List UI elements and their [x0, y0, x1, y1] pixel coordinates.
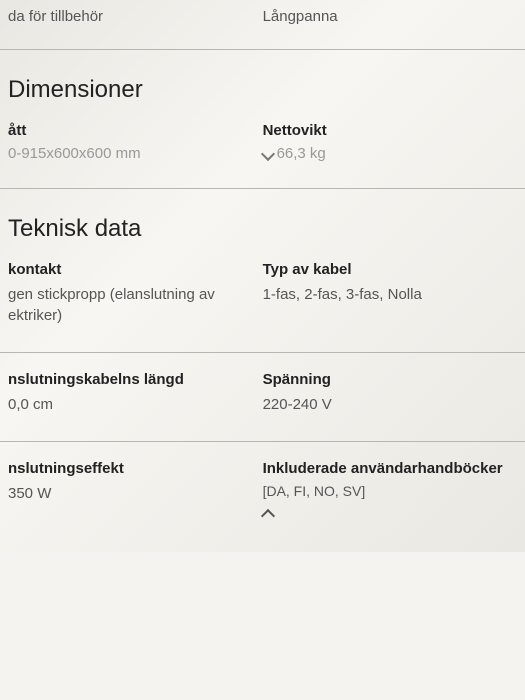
power-label: nslutningseffekt — [8, 460, 263, 477]
chevron-up-icon — [260, 509, 274, 523]
accessories-section-partial: da för tillbehör Långpanna — [0, 0, 525, 50]
technical-section-row2: nslutningskabelns längd 0,0 cm Spänning … — [0, 353, 525, 442]
voltage-value: 220-240 V — [263, 394, 505, 415]
accessories-label: da för tillbehör — [8, 6, 263, 27]
technical-section-row3: nslutningseffekt 350 W Inkluderade använ… — [0, 442, 525, 552]
power-value: 350 W — [8, 483, 263, 504]
dimensions-weight-value: 66,3 kg — [263, 145, 505, 162]
cable-length-label: nslutningskabelns längd — [8, 371, 263, 388]
dimensions-measure-value: 0-915x600x600 mm — [8, 145, 263, 162]
manuals-label: Inkluderade användarhandböcker — [263, 460, 505, 477]
dimensions-header: Dimensioner — [8, 68, 505, 104]
dimensions-weight-label: Nettovikt — [263, 122, 505, 139]
contact-label: kontakt — [8, 261, 263, 278]
chevron-down-icon — [260, 147, 274, 161]
cable-type-value: 1-fas, 2-fas, 3-fas, Nolla — [263, 284, 505, 305]
dimensions-section: Dimensioner ått 0-915x600x600 mm Nettovi… — [0, 50, 525, 189]
voltage-label: Spänning — [263, 371, 505, 388]
contact-value: gen stickpropp (elanslutning av ektriker… — [8, 284, 263, 326]
technical-header: Teknisk data — [8, 207, 505, 243]
technical-section-row1: Teknisk data kontakt gen stickpropp (ela… — [0, 189, 525, 353]
cable-type-label: Typ av kabel — [263, 261, 505, 278]
dimensions-measure-label: ått — [8, 122, 263, 139]
collapse-button[interactable] — [263, 505, 505, 526]
manuals-value: [DA, FI, NO, SV] — [263, 483, 505, 499]
cable-length-value: 0,0 cm — [8, 394, 263, 415]
accessories-value: Långpanna — [263, 6, 505, 27]
